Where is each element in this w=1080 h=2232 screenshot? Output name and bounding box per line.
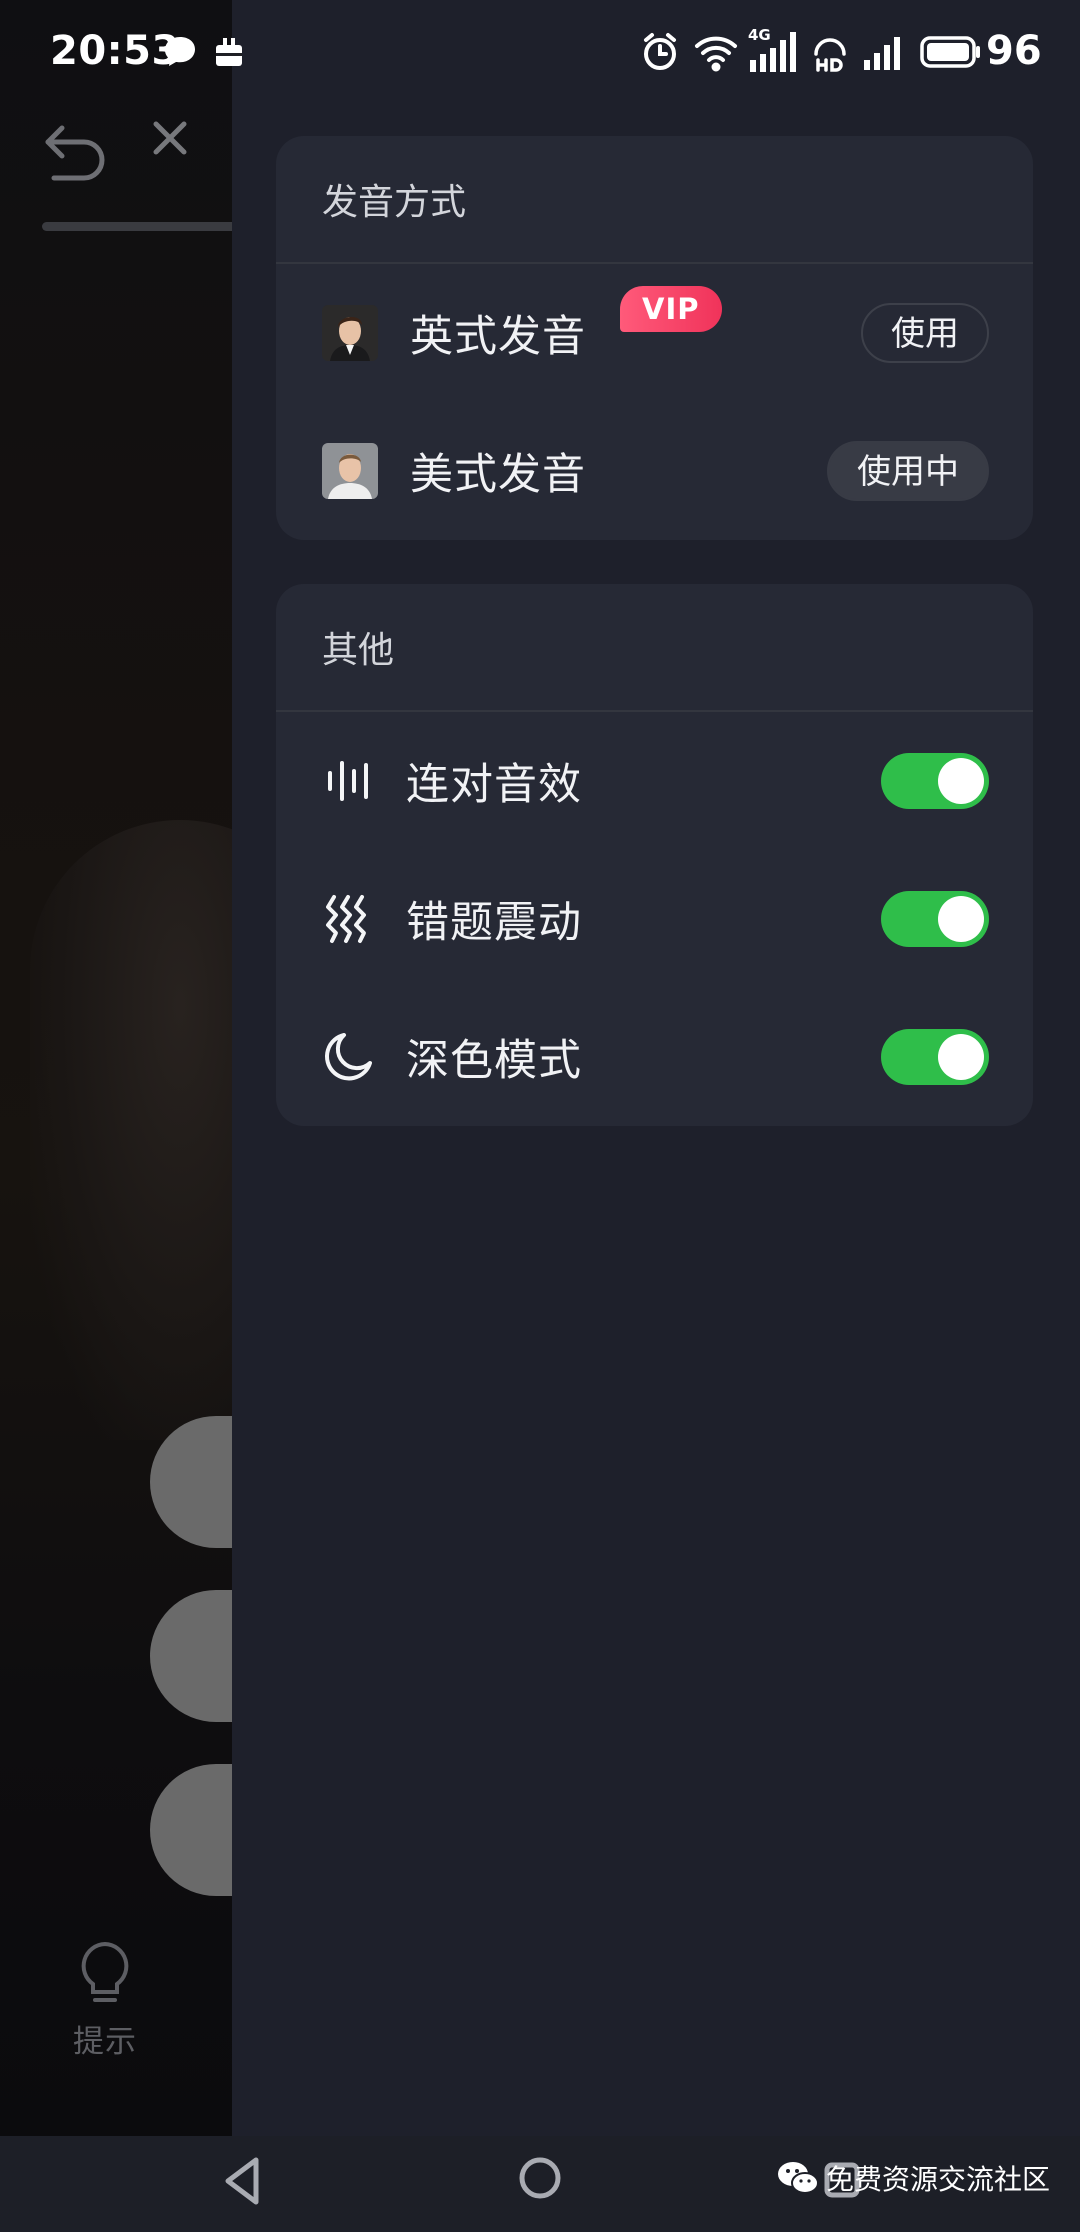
watermark-text: 免费资源交流社区 bbox=[826, 2163, 1051, 2196]
sound-wave-icon bbox=[328, 761, 368, 801]
toggle-knob bbox=[938, 896, 984, 942]
hd-voice-icon bbox=[814, 38, 846, 72]
setting-row-dark-mode[interactable]: 深色模式 bbox=[276, 988, 1033, 1126]
setting-row-vibration[interactable]: 错题震动 bbox=[276, 850, 1033, 988]
dark-mode-toggle[interactable] bbox=[881, 1029, 989, 1085]
wifi-icon bbox=[695, 36, 737, 72]
hint-label: 提示 bbox=[73, 2024, 137, 2060]
status-time: 20:53 bbox=[50, 28, 180, 74]
vibration-label: 错题震动 bbox=[406, 898, 582, 948]
answer-option[interactable] bbox=[150, 1590, 232, 1722]
cell-signal-icon bbox=[750, 32, 796, 72]
nav-back-icon[interactable] bbox=[222, 2156, 262, 2206]
status-bar: 20:53 4G 96 bbox=[0, 0, 1080, 108]
battery-level: 96 bbox=[986, 28, 1042, 74]
toggle-knob bbox=[938, 758, 984, 804]
system-navigation-bar: 免费资源交流社区 bbox=[0, 2136, 1080, 2232]
screen: 提示 20:53 4G 96 发音方式 英式发音 VIP 使用 美式发音 使用中… bbox=[0, 0, 1080, 2232]
pronunciation-option-american[interactable]: 美式发音 使用中 bbox=[276, 402, 1033, 540]
other-settings-card: 其他 连对音效 错题震动 深色模式 bbox=[276, 584, 1033, 1126]
sound-effect-label: 连对音效 bbox=[406, 760, 582, 810]
use-british-button[interactable]: 使用 bbox=[861, 303, 989, 363]
pronunciation-card: 发音方式 英式发音 VIP 使用 美式发音 使用中 bbox=[276, 136, 1033, 540]
app-notification-icon bbox=[216, 38, 242, 66]
lightbulb-icon bbox=[81, 1941, 129, 2002]
undo-icon[interactable] bbox=[40, 118, 110, 188]
in-use-american-button[interactable]: 使用中 bbox=[827, 441, 989, 501]
toggle-knob bbox=[938, 1034, 984, 1080]
battery-icon bbox=[920, 36, 980, 68]
cell-signal-2-icon bbox=[864, 37, 900, 70]
nav-home-icon[interactable] bbox=[518, 2156, 562, 2200]
hint-button[interactable]: 提示 bbox=[60, 1940, 150, 2061]
vip-badge: VIP bbox=[620, 286, 722, 332]
moon-icon bbox=[325, 1033, 372, 1081]
vibration-icon bbox=[326, 895, 366, 943]
progress-bar bbox=[42, 222, 232, 231]
other-settings-title: 其他 bbox=[276, 584, 1033, 712]
wechat-icon bbox=[778, 2162, 819, 2194]
watermark: 免费资源交流社区 bbox=[776, 2158, 1050, 2198]
alarm-icon bbox=[644, 33, 676, 70]
british-voice-avatar bbox=[322, 305, 378, 361]
answer-option[interactable] bbox=[150, 1764, 232, 1896]
mobile-data-signal: 4G bbox=[748, 28, 800, 74]
message-icon bbox=[165, 37, 195, 66]
vibration-toggle[interactable] bbox=[881, 891, 989, 947]
background-photo bbox=[30, 820, 232, 1440]
setting-row-sound-effect[interactable]: 连对音效 bbox=[276, 712, 1033, 850]
british-pronunciation-label: 英式发音 bbox=[410, 312, 586, 362]
pronunciation-option-british[interactable]: 英式发音 VIP 使用 bbox=[276, 264, 1033, 402]
sound-effect-toggle[interactable] bbox=[881, 753, 989, 809]
american-voice-avatar bbox=[322, 443, 378, 499]
background-page[interactable]: 提示 bbox=[0, 0, 232, 2136]
dark-mode-label: 深色模式 bbox=[406, 1036, 582, 1086]
american-pronunciation-label: 美式发音 bbox=[410, 450, 586, 500]
pronunciation-title: 发音方式 bbox=[276, 136, 1033, 264]
close-icon[interactable] bbox=[150, 118, 190, 158]
